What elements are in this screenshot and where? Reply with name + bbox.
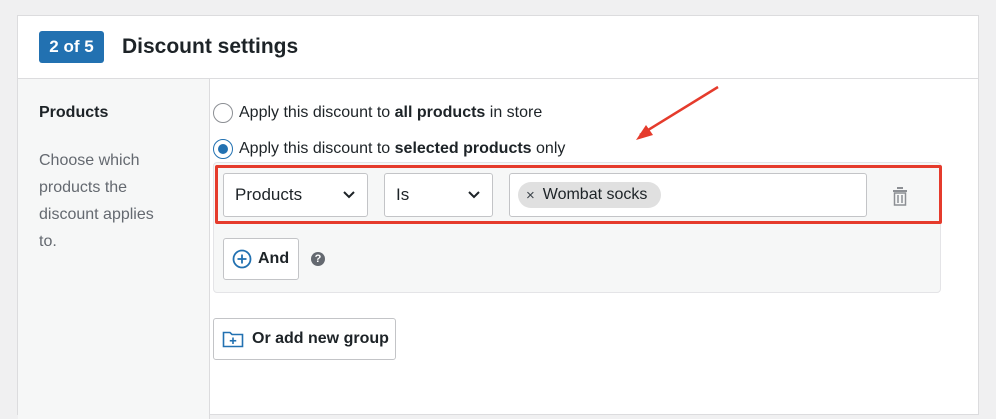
trash-icon[interactable] <box>891 186 909 206</box>
option-selected-prefix: Apply this discount to <box>239 140 395 157</box>
and-button[interactable]: And <box>223 238 299 280</box>
add-group-button-label: Or add new group <box>252 330 389 347</box>
chevron-down-icon <box>343 191 355 199</box>
and-button-label: And <box>258 250 290 267</box>
operator-select-value: Is <box>396 185 410 204</box>
option-all-prefix: Apply this discount to <box>239 104 395 121</box>
remove-tag-icon[interactable]: × <box>526 187 535 204</box>
field-select-value: Products <box>235 185 303 204</box>
add-group-button[interactable]: Or add new group <box>213 318 396 360</box>
products-tags-input[interactable]: × Wombat socks <box>509 173 867 217</box>
folder-plus-icon <box>222 331 244 348</box>
radio-all-products[interactable] <box>213 103 233 123</box>
step-badge: 2 of 5 <box>39 31 104 63</box>
option-all-products[interactable]: Apply this discount to all products in s… <box>213 103 542 123</box>
operator-select[interactable]: Is <box>384 173 493 217</box>
chevron-down-icon <box>468 191 480 199</box>
help-icon[interactable]: ? <box>311 252 325 266</box>
option-selected-bold: selected products <box>394 140 532 157</box>
product-tag: × Wombat socks <box>518 182 662 208</box>
option-all-bold: all products <box>394 104 486 121</box>
sidebar-description: Choose which products the discount appli… <box>39 152 154 250</box>
field-select[interactable]: Products <box>223 173 368 217</box>
settings-sidebar: Products Choose which products the disco… <box>18 79 210 419</box>
card-header: 2 of 5 Discount settings <box>18 16 978 79</box>
annotation-arrow <box>636 85 719 140</box>
plus-circle-icon <box>232 249 252 269</box>
option-all-suffix: in store <box>485 104 543 121</box>
product-tag-label: Wombat socks <box>542 186 648 203</box>
sidebar-title: Products <box>39 104 109 121</box>
page-title: Discount settings <box>122 35 299 58</box>
radio-selected-products[interactable] <box>213 139 233 159</box>
option-selected-products[interactable]: Apply this discount to selected products… <box>213 139 565 159</box>
option-selected-suffix: only <box>531 140 566 157</box>
